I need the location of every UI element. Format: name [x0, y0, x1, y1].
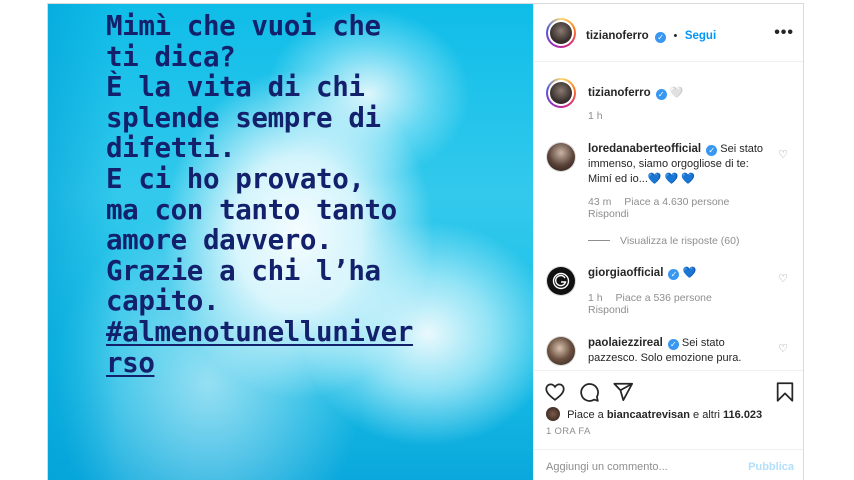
comment-icon[interactable] — [578, 381, 600, 403]
comment-likes[interactable]: Piace a 536 persone — [616, 292, 712, 304]
comment-text: 💙 — [682, 267, 697, 279]
image-hashtag-line: #almenotunelluniver — [106, 315, 413, 348]
more-icon[interactable]: ••• — [774, 24, 794, 42]
comment-username[interactable]: giorgiaofficial — [588, 267, 663, 279]
post-sidebar: tizianoferro ✓ • Segui ••• tizianoferro … — [533, 4, 803, 480]
avatar[interactable] — [546, 336, 576, 366]
image-text-line: splende sempre di — [106, 101, 381, 134]
post-dialog: Mimì che vuoi che ti dica? È la vita di … — [47, 3, 804, 480]
separator-dot: • — [673, 30, 678, 42]
comment-likes[interactable]: Piace a 4.630 persone — [624, 196, 729, 208]
image-text-line: È la vita di chi — [106, 71, 365, 104]
likes-user[interactable]: biancaatrevisan — [607, 409, 690, 421]
giorgia-logo-icon — [552, 272, 570, 290]
comment-meta: 43 m Piace a 4.630 persone — [588, 196, 739, 208]
image-text-line: amore davvero. — [106, 224, 333, 257]
comment-input[interactable] — [546, 461, 726, 473]
add-comment-bar: Pubblica — [534, 449, 803, 480]
reply-button[interactable]: Rispondi — [588, 304, 629, 316]
verified-icon: ✓ — [655, 32, 667, 43]
header-user: tizianoferro ✓ • Segui — [586, 26, 716, 44]
caption-username[interactable]: tizianoferro — [588, 87, 651, 99]
publish-button[interactable]: Pubblica — [748, 461, 794, 473]
image-hashtag-line: rso — [106, 346, 155, 379]
comment-like-icon[interactable]: ♡ — [778, 148, 788, 161]
comment-username[interactable]: loredanaberteofficial — [588, 143, 701, 155]
share-icon[interactable] — [612, 381, 634, 403]
verified-icon: ✓ — [668, 269, 680, 280]
verified-icon: ✓ — [655, 89, 667, 100]
post-image[interactable]: Mimì che vuoi che ti dica? È la vita di … — [48, 4, 533, 480]
likes-suffix: e altri — [693, 409, 720, 421]
caption-meta: 1 h — [588, 110, 613, 122]
image-text-line: difetti. — [106, 132, 236, 165]
post-header: tizianoferro ✓ • Segui ••• — [534, 4, 803, 62]
heart-icon[interactable] — [544, 381, 566, 403]
header-username[interactable]: tizianoferro — [586, 30, 649, 42]
post-image-text: Mimì che vuoi che ti dica? È la vita di … — [106, 11, 526, 378]
caption: tizianoferro ✓ 🤍 1 h — [546, 78, 796, 128]
post-date: 1 ORA FA — [546, 426, 591, 437]
view-replies-button[interactable]: Visualizza le risposte (60) — [588, 235, 739, 247]
verified-icon: ✓ — [706, 145, 718, 156]
comment-like-icon[interactable]: ♡ — [778, 272, 788, 285]
likes-count[interactable]: 116.023 — [723, 409, 762, 421]
verified-icon: ✓ — [667, 339, 679, 350]
bookmark-icon[interactable] — [774, 381, 796, 403]
caption-time: 1 h — [588, 110, 603, 122]
avatar[interactable] — [546, 142, 576, 172]
follow-button[interactable]: Segui — [685, 30, 716, 42]
likes-prefix: Piace a — [567, 409, 604, 421]
comment-time: 1 h — [588, 292, 603, 304]
caption-text: 🤍 — [669, 87, 684, 99]
image-text-line: Mimì che vuoi che — [106, 10, 381, 42]
comment-like-icon[interactable]: ♡ — [778, 342, 788, 355]
comments-list[interactable]: tizianoferro ✓ 🤍 1 h loredanaberteoffici… — [534, 62, 803, 369]
comment-item: loredanaberteofficial ✓ Sei stato immens… — [546, 140, 796, 250]
comment-item: paolaiezzireal ✓ Sei stato pazzesco. Sol… — [546, 334, 796, 369]
liker-avatar — [546, 407, 560, 421]
image-text-line: ti dica? — [106, 40, 236, 73]
likes-summary[interactable]: Piace a biancaatrevisan e altri 116.023 — [546, 407, 762, 421]
avatar[interactable] — [546, 78, 576, 108]
reply-button[interactable]: Rispondi — [588, 208, 629, 220]
comment-meta: 1 h Piace a 536 persone — [588, 292, 722, 304]
image-text-line: Grazie a chi l’ha — [106, 254, 381, 287]
avatar[interactable] — [546, 18, 576, 48]
image-text-line: ma con tanto tanto — [106, 193, 397, 226]
post-actions: Piace a biancaatrevisan e altri 116.023 … — [534, 370, 803, 440]
image-text-line: E ci ho provato, — [106, 162, 365, 195]
view-replies-label: Visualizza le risposte (60) — [620, 235, 740, 247]
image-text-line: capito. — [106, 285, 220, 318]
avatar[interactable] — [546, 266, 576, 296]
comment-item: giorgiaofficial ✓ 💙 ♡ 1 h Piace a 536 pe… — [546, 262, 796, 322]
comment-time: 43 m — [588, 196, 612, 208]
comment-username[interactable]: paolaiezzireal — [588, 337, 663, 349]
